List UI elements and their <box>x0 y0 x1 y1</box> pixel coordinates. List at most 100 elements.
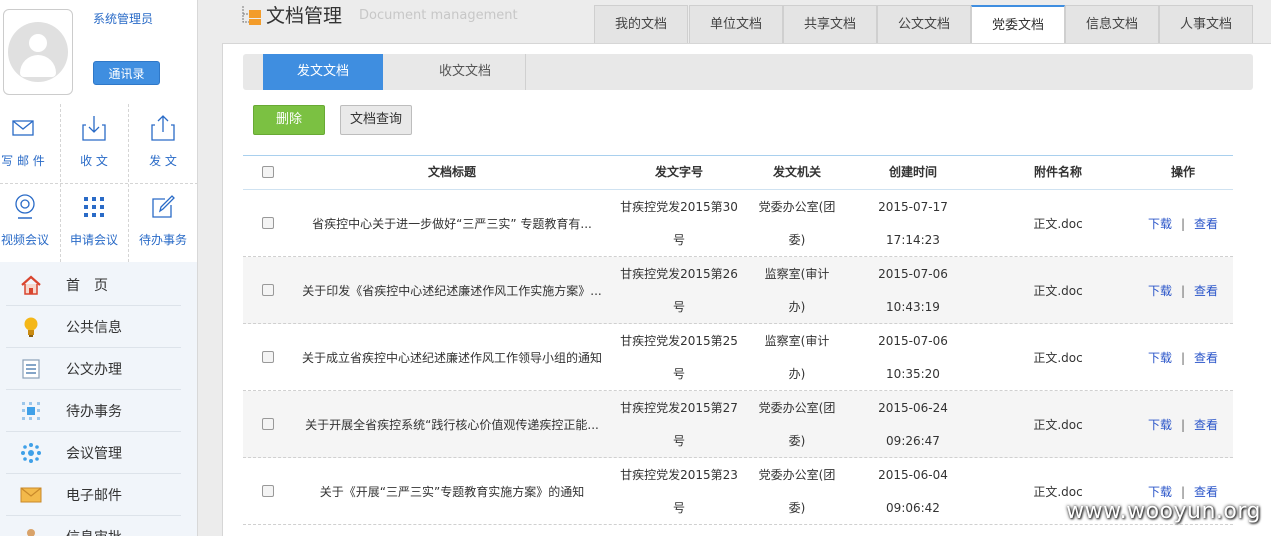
row-checkbox[interactable] <box>262 351 274 363</box>
row-actions: 下载 | 查看 <box>1141 257 1225 324</box>
tab-official-docs[interactable]: 公文文档 <box>877 5 971 43</box>
row-checkbox[interactable] <box>262 217 274 229</box>
table-row[interactable]: 关于开展全省疾控系统“践行核心价值观传递疾控正能... 甘疾控党发2015第27… <box>243 391 1233 458</box>
row-doc-number: 甘疾控党发2015第30 号 <box>620 199 738 247</box>
view-link[interactable]: 查看 <box>1194 416 1218 433</box>
approval-icon <box>20 526 42 536</box>
tab-my-docs[interactable]: 我的文档 <box>594 5 688 43</box>
row-created: 2015-07-06 10:43:19 <box>878 266 948 314</box>
row-title[interactable]: 省疾控中心关于进一步做好“三严三实” 专题教育有... <box>287 190 617 257</box>
quick-label: 收 文 <box>80 154 108 168</box>
tab-shared-docs[interactable]: 共享文档 <box>783 5 877 43</box>
menu-item-home[interactable]: 首 页 <box>6 264 181 306</box>
action-separator: | <box>1180 283 1186 298</box>
row-checkbox[interactable] <box>262 284 274 296</box>
page-title: 文档管理 <box>266 5 343 27</box>
row-issuer: 监察室(审计 办) <box>764 333 830 381</box>
meeting-icon <box>20 442 42 464</box>
col-title: 文档标题 <box>427 165 476 179</box>
menu-item-public-info[interactable]: 公共信息 <box>6 306 181 348</box>
menu-label: 公文办理 <box>66 361 122 378</box>
sidebar: 系统管理员 通讯录 写 邮 件 收 文 发 文 视频会议 申请会议 待办事务 首… <box>0 0 198 536</box>
row-doc-number: 甘疾控党发2015第27 号 <box>620 400 738 448</box>
quick-label: 视频会议 <box>0 233 49 247</box>
download-link[interactable]: 下载 <box>1148 349 1172 366</box>
document-list-icon <box>20 358 42 380</box>
row-checkbox[interactable] <box>262 418 274 430</box>
tab-unit-docs[interactable]: 单位文档 <box>689 5 783 43</box>
row-actions: 下载 | 查看 <box>1141 324 1225 391</box>
view-link[interactable]: 查看 <box>1194 215 1218 232</box>
menu-label: 电子邮件 <box>66 487 122 504</box>
row-doc-number: 甘疾控党发2015第23 号 <box>620 467 738 515</box>
download-link[interactable]: 下载 <box>1148 215 1172 232</box>
home-icon <box>20 274 42 296</box>
inbox-download-icon <box>61 114 127 142</box>
row-created: 2015-06-04 09:06:42 <box>878 467 948 515</box>
row-title[interactable]: 关于印发《省疾控中心述纪述廉述作风工作实施方案》... <box>287 257 617 324</box>
sub-tabs: 发文文档 收文文档 <box>243 54 1253 90</box>
user-role[interactable]: 系统管理员 <box>93 10 153 27</box>
tab-info-docs[interactable]: 信息文档 <box>1065 5 1159 43</box>
col-attachment: 附件名称 <box>1033 165 1082 179</box>
app-root: 系统管理员 通讯录 写 邮 件 收 文 发 文 视频会议 申请会议 待办事务 首… <box>0 0 1271 536</box>
quick-receive-doc[interactable]: 收 文 <box>61 104 127 183</box>
quick-apply-meeting[interactable]: 申请会议 <box>61 183 127 262</box>
download-link[interactable]: 下载 <box>1148 483 1172 500</box>
quick-send-doc[interactable]: 发 文 <box>130 104 196 183</box>
quick-label: 申请会议 <box>69 233 118 247</box>
download-link[interactable]: 下载 <box>1148 282 1172 299</box>
menu-item-meetings[interactable]: 会议管理 <box>6 432 181 474</box>
tab-party-docs[interactable]: 党委文档 <box>971 5 1065 45</box>
download-link[interactable]: 下载 <box>1148 416 1172 433</box>
quick-actions: 写 邮 件 收 文 发 文 视频会议 申请会议 待办事务 <box>0 104 197 262</box>
table-row[interactable]: 省疾控中心关于进一步做好“三严三实” 专题教育有... 甘疾控党发2015第30… <box>243 190 1233 257</box>
menu-item-official-docs[interactable]: 公文办理 <box>6 348 181 390</box>
subtab-sent-docs[interactable]: 发文文档 <box>263 54 383 90</box>
table-row[interactable]: 关于印发《省疾控中心述纪述廉述作风工作实施方案》... 甘疾控党发2015第26… <box>243 257 1233 324</box>
select-all-checkbox[interactable] <box>262 166 274 178</box>
menu-item-email[interactable]: 电子邮件 <box>6 474 181 516</box>
menu-label: 公共信息 <box>66 319 122 336</box>
subtab-received-docs[interactable]: 收文文档 <box>405 54 525 90</box>
page-subtitle: Document management <box>359 8 518 23</box>
delete-button[interactable]: 删除 <box>253 105 325 135</box>
action-separator: | <box>1180 484 1186 499</box>
quick-video-meeting[interactable]: 视频会议 <box>0 183 58 262</box>
edit-icon <box>130 193 196 221</box>
row-doc-number: 甘疾控党发2015第25 号 <box>620 333 738 381</box>
row-attachment: 正文.doc <box>1033 351 1083 365</box>
view-link[interactable]: 查看 <box>1194 483 1218 500</box>
col-doc-number: 发文字号 <box>654 165 703 179</box>
menu-item-todo[interactable]: 待办事务 <box>6 390 181 432</box>
view-link[interactable]: 查看 <box>1194 282 1218 299</box>
user-box: 系统管理员 通讯录 <box>0 0 197 104</box>
action-separator: | <box>1180 350 1186 365</box>
query-button[interactable]: 文档查询 <box>340 105 412 135</box>
content-panel: 发文文档 收文文档 删除 文档查询 文档标题 发文字号 发文机关 创建时间 附件… <box>222 43 1271 536</box>
row-issuer: 党委办公室(团 委) <box>758 467 836 515</box>
action-separator: | <box>1180 216 1186 231</box>
menu-label: 会议管理 <box>66 445 122 462</box>
sidebar-menu: 首 页 公共信息 公文办理 待办事务 会议管理 电子邮件 <box>0 262 197 536</box>
quick-label: 待办事务 <box>138 233 187 247</box>
row-actions: 下载 | 查看 <box>1141 190 1225 257</box>
menu-item-info-approval[interactable]: 信息审批 <box>6 516 181 536</box>
quick-todo[interactable]: 待办事务 <box>130 183 196 262</box>
table-header: 文档标题 发文字号 发文机关 创建时间 附件名称 操作 <box>243 155 1233 190</box>
folder-tree-icon <box>241 4 263 26</box>
webcam-icon <box>0 193 58 221</box>
quick-write-mail[interactable]: 写 邮 件 <box>0 104 56 183</box>
mail-icon <box>20 484 42 506</box>
contacts-button[interactable]: 通讯录 <box>93 61 160 85</box>
row-title[interactable]: 关于成立省疾控中心述纪述廉述作风工作领导小组的通知 <box>287 324 617 391</box>
row-checkbox[interactable] <box>262 485 274 497</box>
view-link[interactable]: 查看 <box>1194 349 1218 366</box>
col-issuer: 发文机关 <box>772 165 821 179</box>
row-title[interactable]: 关于《开展“三严三实”专题教育实施方案》的通知 <box>287 458 617 525</box>
row-title[interactable]: 关于开展全省疾控系统“践行核心价值观传递疾控正能... <box>287 391 617 458</box>
table-row[interactable]: 关于成立省疾控中心述纪述廉述作风工作领导小组的通知 甘疾控党发2015第25 号 … <box>243 324 1233 391</box>
tab-hr-docs[interactable]: 人事文档 <box>1159 5 1253 43</box>
avatar[interactable] <box>3 9 73 95</box>
menu-label: 首 页 <box>66 277 108 294</box>
